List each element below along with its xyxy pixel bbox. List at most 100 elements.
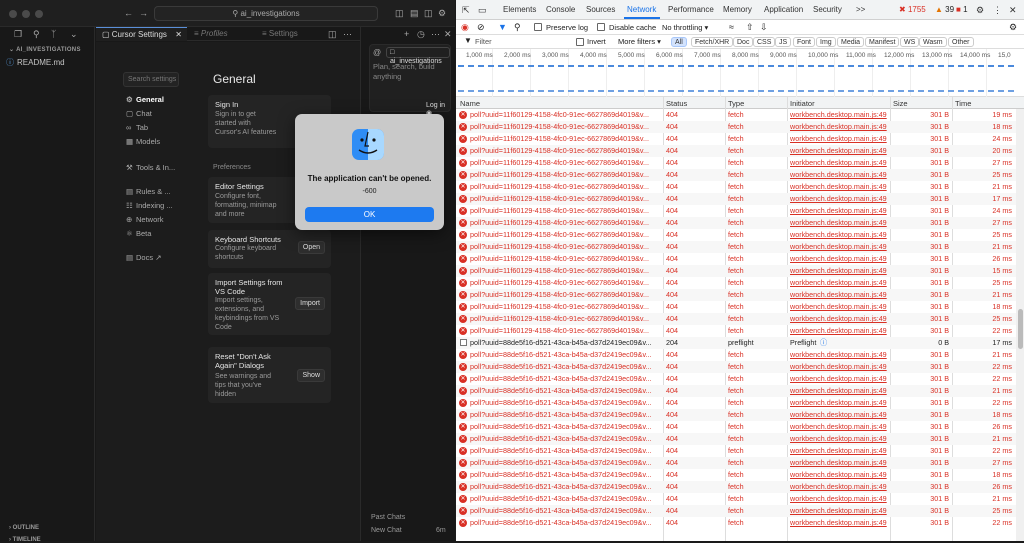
request-initiator[interactable]: workbench.desktop.main.js:49: [790, 397, 890, 409]
request-initiator[interactable]: workbench.desktop.main.js:49: [790, 361, 890, 373]
back-arrow-icon[interactable]: ←: [124, 8, 133, 18]
settings-search-input[interactable]: Search settings: [123, 72, 179, 87]
toggle-panel-icon[interactable]: ▤: [410, 8, 419, 19]
error-count-badge[interactable]: ✖ 1755: [899, 5, 926, 14]
open-keyboard-button[interactable]: Open: [297, 241, 325, 254]
table-row[interactable]: ✕ poll?uuid=88de5f16-d521-43ca-b45a-d37d2…: [456, 481, 1016, 493]
request-initiator[interactable]: workbench.desktop.main.js:49: [790, 277, 890, 289]
search-icon[interactable]: ⚲: [514, 22, 521, 33]
table-row[interactable]: ✕ poll?uuid=88de5f16-d521-43ca-b45a-d37d2…: [456, 397, 1016, 409]
chip-all[interactable]: All: [671, 37, 687, 47]
request-initiator[interactable]: workbench.desktop.main.js:49: [790, 505, 890, 517]
request-initiator[interactable]: workbench.desktop.main.js:49: [790, 241, 890, 253]
request-initiator[interactable]: workbench.desktop.main.js:49: [790, 457, 890, 469]
request-initiator[interactable]: workbench.desktop.main.js:49: [790, 493, 890, 505]
request-initiator[interactable]: workbench.desktop.main.js:49: [790, 433, 890, 445]
table-row[interactable]: ✕ poll?uuid=11f60129-4158-4fc0-91ec-66278…: [456, 181, 1016, 193]
scrollbar-thumb[interactable]: [1018, 309, 1023, 349]
search-icon[interactable]: ⚲: [33, 29, 40, 40]
network-timeline-overview[interactable]: 1,000 ms 2,000 ms 3,000 ms 4,000 ms 5,000 ms…: [456, 49, 1024, 97]
table-row[interactable]: ✕ poll?uuid=88de5f16-d521-43ca-b45a-d37d2…: [456, 445, 1016, 457]
col-initiator[interactable]: Initiator: [790, 99, 815, 108]
table-row[interactable]: ✕ poll?uuid=88de5f16-d521-43ca-b45a-d37d2…: [456, 457, 1016, 469]
nav-network[interactable]: ⊕ Network: [126, 215, 164, 224]
toggle-sidebar-icon[interactable]: ◫: [395, 8, 404, 19]
tab-sources[interactable]: Sources: [586, 5, 615, 14]
chip-font[interactable]: Font: [793, 37, 816, 47]
record-icon[interactable]: ◉: [461, 22, 469, 33]
table-row[interactable]: ✕ poll?uuid=88de5f16-d521-43ca-b45a-d37d2…: [456, 385, 1016, 397]
nav-models[interactable]: ▦ Models: [126, 137, 160, 146]
device-toolbar-icon[interactable]: ▭: [478, 5, 487, 16]
table-row[interactable]: ✕ poll?uuid=11f60129-4158-4fc0-91ec-66278…: [456, 121, 1016, 133]
more-tabs-button[interactable]: >>: [856, 5, 865, 14]
table-row[interactable]: ✕ poll?uuid=88de5f16-d521-43ca-b45a-d37d2…: [456, 421, 1016, 433]
request-initiator[interactable]: workbench.desktop.main.js:49: [790, 313, 890, 325]
chip-ws[interactable]: WS: [900, 37, 920, 47]
close-icon[interactable]: ✕: [444, 29, 452, 40]
filter-input[interactable]: Filter: [475, 37, 492, 46]
toggle-secondary-sidebar-icon[interactable]: ◫: [424, 8, 433, 19]
show-button[interactable]: Show: [297, 369, 325, 382]
request-initiator[interactable]: workbench.desktop.main.js:49: [790, 349, 890, 361]
request-initiator[interactable]: workbench.desktop.main.js:49: [790, 409, 890, 421]
table-row[interactable]: ✕ poll?uuid=88de5f16-d521-43ca-b45a-d37d2…: [456, 349, 1016, 361]
request-initiator[interactable]: workbench.desktop.main.js:49: [790, 133, 890, 145]
minimize-window-button[interactable]: [22, 10, 30, 18]
inspect-icon[interactable]: ⇱: [462, 5, 470, 16]
forward-arrow-icon[interactable]: →: [139, 8, 148, 18]
request-initiator[interactable]: workbench.desktop.main.js:49: [790, 229, 890, 241]
nav-docs[interactable]: ▤ Docs ↗: [126, 253, 161, 262]
request-initiator[interactable]: workbench.desktop.main.js:49: [790, 205, 890, 217]
table-row[interactable]: ✕ poll?uuid=11f60129-4158-4fc0-91ec-66278…: [456, 265, 1016, 277]
request-initiator[interactable]: Preflight: [790, 337, 890, 349]
close-window-button[interactable]: [9, 10, 17, 18]
table-row[interactable]: ✕ poll?uuid=88de5f16-d521-43ca-b45a-d37d2…: [456, 361, 1016, 373]
chip-img[interactable]: Img: [816, 37, 836, 47]
request-initiator[interactable]: workbench.desktop.main.js:49: [790, 181, 890, 193]
request-initiator[interactable]: workbench.desktop.main.js:49: [790, 481, 890, 493]
table-row[interactable]: ✕ poll?uuid=11f60129-4158-4fc0-91ec-66278…: [456, 133, 1016, 145]
col-name[interactable]: Name: [460, 99, 480, 108]
tab-console[interactable]: Console: [546, 5, 575, 14]
warning-count-badge[interactable]: ▲ 39: [935, 5, 954, 14]
new-chat-item[interactable]: New Chat: [371, 527, 402, 534]
table-row[interactable]: ✕ poll?uuid=11f60129-4158-4fc0-91ec-66278…: [456, 205, 1016, 217]
nav-beta[interactable]: ⚛ Beta: [126, 229, 151, 238]
split-editor-icon[interactable]: ◫: [328, 29, 337, 40]
table-row[interactable]: ✕ poll?uuid=11f60129-4158-4fc0-91ec-66278…: [456, 157, 1016, 169]
request-initiator[interactable]: workbench.desktop.main.js:49: [790, 517, 890, 529]
nav-tab[interactable]: ∞ Tab: [126, 123, 148, 132]
plus-icon[interactable]: +: [404, 29, 409, 39]
chevron-down-icon[interactable]: ⌄: [70, 29, 78, 40]
request-initiator[interactable]: workbench.desktop.main.js:49: [790, 373, 890, 385]
request-initiator[interactable]: workbench.desktop.main.js:49: [790, 265, 890, 277]
request-initiator[interactable]: workbench.desktop.main.js:49: [790, 169, 890, 181]
chip-css[interactable]: CSS: [753, 37, 776, 47]
request-initiator[interactable]: workbench.desktop.main.js:49: [790, 109, 890, 121]
command-center-search[interactable]: ⚲ ai_investigations: [154, 6, 378, 21]
chip-js[interactable]: JS: [775, 37, 792, 47]
col-status[interactable]: Status: [666, 99, 687, 108]
request-initiator[interactable]: workbench.desktop.main.js:49: [790, 421, 890, 433]
nav-indexing[interactable]: ☷ Indexing ...: [126, 201, 173, 210]
table-row[interactable]: poll?uuid=88de5f16-d521-43ca-b45a-d37d24…: [456, 337, 1016, 349]
table-row[interactable]: ✕ poll?uuid=11f60129-4158-4fc0-91ec-66278…: [456, 229, 1016, 241]
more-actions-icon[interactable]: ⋯: [343, 29, 352, 40]
request-initiator[interactable]: workbench.desktop.main.js:49: [790, 121, 890, 133]
request-initiator[interactable]: workbench.desktop.main.js:49: [790, 469, 890, 481]
kebab-menu-icon[interactable]: ⋮: [993, 5, 1002, 16]
more-icon[interactable]: ⋯: [431, 29, 440, 40]
request-initiator[interactable]: workbench.desktop.main.js:49: [790, 301, 890, 313]
filter-icon[interactable]: ▼: [498, 22, 507, 32]
files-icon[interactable]: ❐: [14, 29, 22, 40]
chip-doc[interactable]: Doc: [733, 37, 754, 47]
outline-section[interactable]: › OUTLINE: [9, 525, 39, 531]
chip-fetch-xhr[interactable]: Fetch/XHR: [691, 37, 734, 47]
chip-manifest[interactable]: Manifest: [865, 37, 900, 47]
ok-button[interactable]: OK: [305, 207, 434, 222]
table-row[interactable]: ✕ poll?uuid=88de5f16-d521-43ca-b45a-d37d2…: [456, 505, 1016, 517]
tab-network[interactable]: Network: [627, 5, 656, 14]
col-time[interactable]: Time: [955, 99, 971, 108]
issues-badge[interactable]: ■ 1: [956, 5, 968, 14]
